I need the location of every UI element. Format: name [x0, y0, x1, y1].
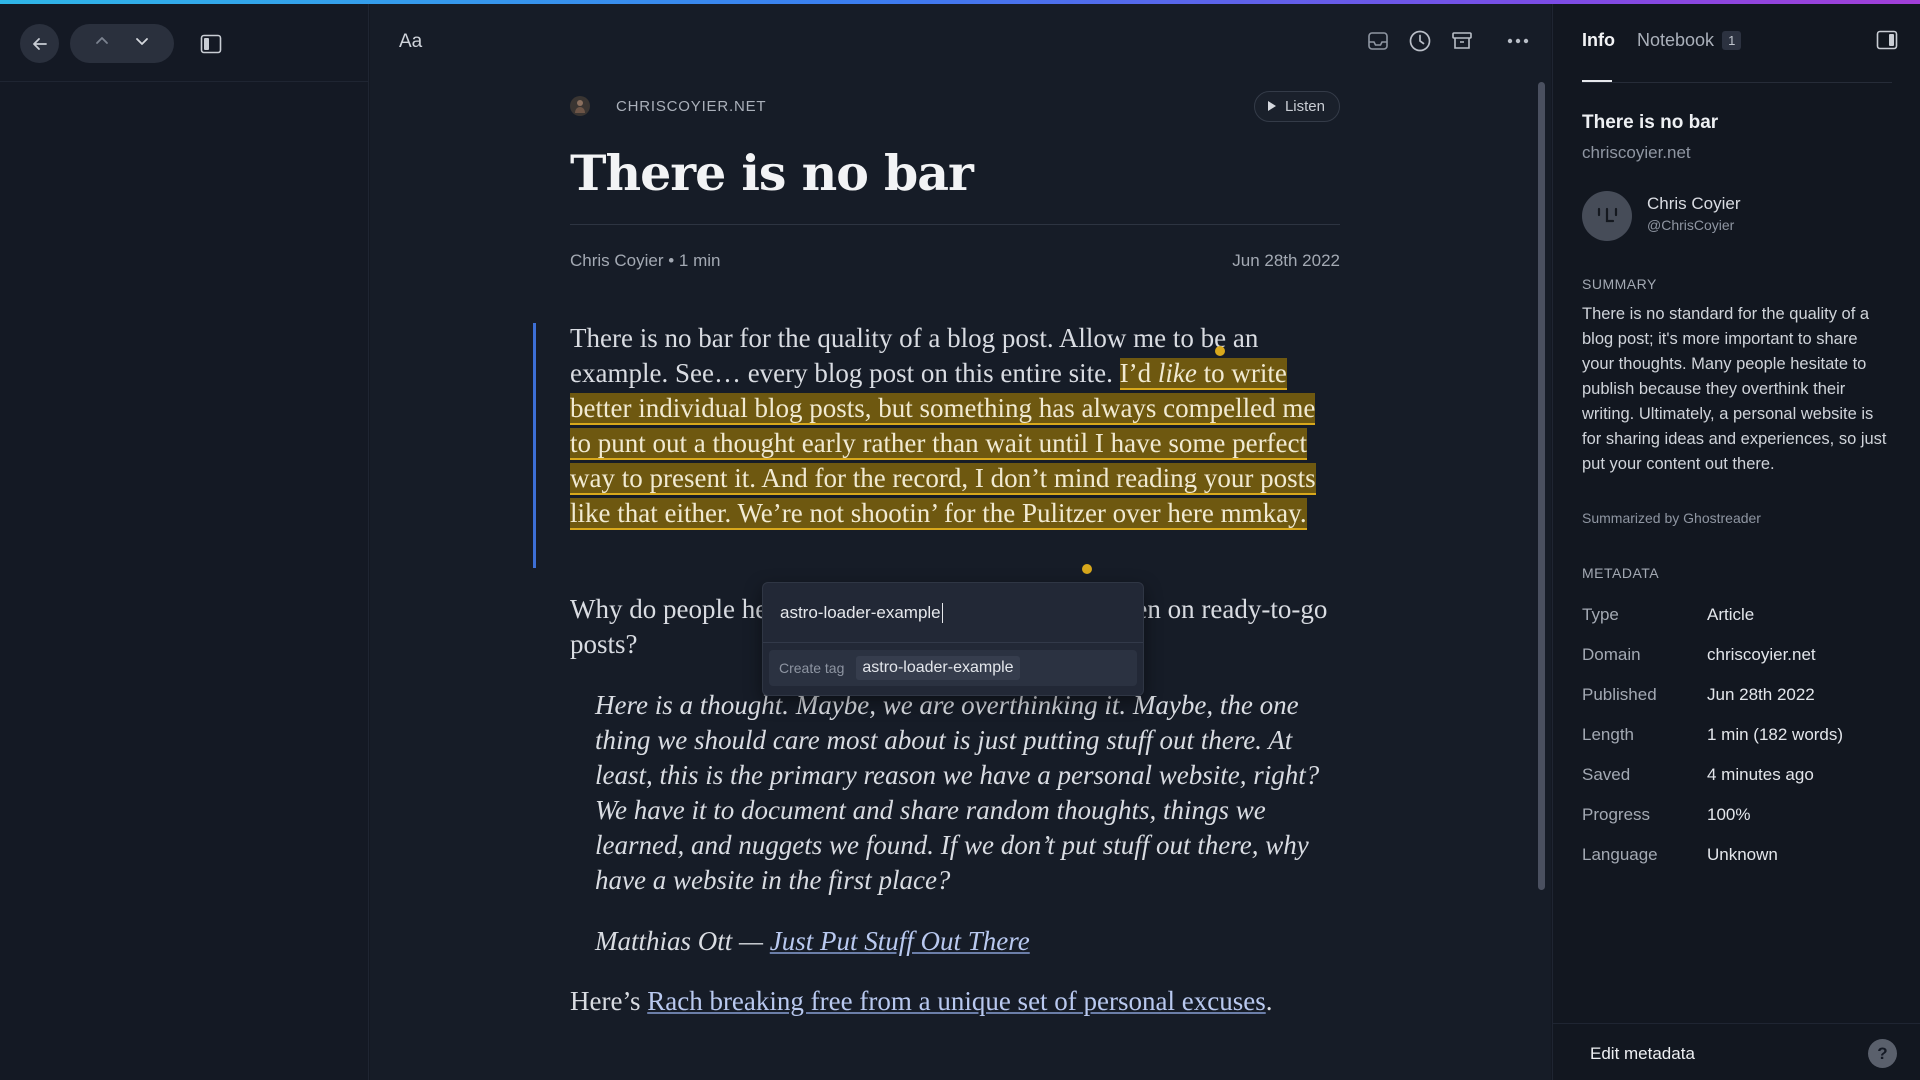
summary-heading: SUMMARY — [1582, 276, 1657, 292]
metadata-list: Type Article Domain chriscoyier.net Publis… — [1582, 595, 1902, 875]
metadata-key: Length — [1582, 725, 1634, 744]
metadata-value: Unknown — [1707, 845, 1778, 864]
paragraph-3: Here’s Rach breaking free from a unique … — [570, 984, 1340, 1019]
source-domain[interactable]: CHRISCOYIER.NET — [616, 98, 766, 115]
panel-doc-title: There is no bar — [1582, 112, 1719, 133]
metadata-value: Jun 28th 2022 — [1707, 685, 1815, 704]
sidebar-toggle-icon — [200, 34, 222, 54]
more-icon — [1507, 38, 1529, 44]
metadata-value: 100% — [1707, 805, 1751, 824]
metadata-value: 4 minutes ago — [1707, 765, 1814, 784]
paragraph-3-prefix: Here’s — [570, 986, 648, 1016]
panel-doc-domain[interactable]: chriscoyier.net — [1582, 143, 1691, 163]
inbox-button[interactable] — [1365, 28, 1391, 54]
title-divider — [570, 224, 1340, 225]
sidebar-toggle-button[interactable] — [200, 34, 222, 59]
edit-metadata-button[interactable]: Edit metadata — [1590, 1044, 1695, 1064]
tabs-divider — [1582, 82, 1892, 83]
highlight-emphasis: like — [1157, 358, 1197, 388]
metadata-key: Language — [1582, 845, 1658, 864]
highlight-margin-marker[interactable] — [533, 323, 536, 568]
play-icon — [1267, 101, 1276, 111]
left-sidebar-header — [0, 4, 368, 82]
notebook-count-badge: 1 — [1722, 31, 1742, 50]
metadata-value: Article — [1707, 605, 1755, 624]
blockquote: Here is a thought. Maybe, we are overthi… — [595, 690, 1320, 895]
panel-toggle-button[interactable] — [1876, 30, 1898, 55]
previous-doc-button[interactable] — [94, 33, 110, 54]
metadata-row: Domain chriscoyier.net — [1582, 635, 1902, 675]
back-arrow-icon — [32, 37, 47, 50]
tag-input-value: astro-loader-example — [780, 602, 941, 622]
metadata-key: Type — [1582, 605, 1619, 624]
panel-tabs: Info Notebook 1 — [1582, 30, 1742, 51]
metadata-key: Published — [1582, 685, 1657, 704]
reader-toolbar: Aa — [370, 4, 1551, 82]
metadata-value: 1 min (182 words) — [1707, 725, 1844, 744]
article-title: There is no bar — [570, 144, 974, 202]
doc-nav-group — [70, 24, 174, 63]
summarized-by: Summarized by Ghostreader — [1582, 510, 1761, 526]
listen-label: Listen — [1284, 97, 1325, 115]
tab-info[interactable]: Info — [1582, 30, 1615, 51]
more-button[interactable] — [1505, 28, 1531, 54]
inbox-icon — [1368, 32, 1388, 50]
tag-popover: astro-loader-example Create tag astro-lo… — [762, 582, 1144, 696]
highlight-start-handle[interactable] — [1215, 346, 1225, 356]
metadata-heading: METADATA — [1582, 565, 1660, 581]
article: CHRISCOYIER.NET Listen There is no bar C… — [533, 90, 1340, 1016]
archive-button[interactable] — [1449, 28, 1475, 54]
next-doc-button[interactable] — [134, 33, 150, 54]
later-button[interactable] — [1407, 28, 1433, 54]
publish-date: Jun 28th 2022 — [1232, 251, 1340, 270]
left-sidebar — [0, 4, 369, 1080]
reader-pane: Aa CHRISCOYIER.NET Listen There is no ba… — [370, 4, 1551, 1080]
panel-toggle-icon — [1876, 30, 1898, 50]
paragraph-3-link[interactable]: Rach breaking free from a unique set of … — [647, 986, 1266, 1016]
listen-button[interactable]: Listen — [1253, 90, 1340, 122]
info-panel: Info Notebook 1 There is no bar chriscoy… — [1552, 4, 1920, 1080]
attribution-link[interactable]: Just Put Stuff Out There — [770, 926, 1030, 956]
author-handle: @ChrisCoyier — [1647, 217, 1735, 233]
article-source-row: CHRISCOYIER.NET Listen — [570, 90, 1340, 122]
reader-actions — [1365, 28, 1531, 54]
text-caret — [941, 602, 943, 623]
font-settings-button[interactable]: Aa — [399, 31, 422, 53]
tab-notebook[interactable]: Notebook — [1637, 30, 1714, 51]
chevron-down-icon — [136, 38, 148, 45]
metadata-row: Saved 4 minutes ago — [1582, 755, 1902, 795]
metadata-key: Saved — [1582, 765, 1631, 784]
paragraph-3-suffix: . — [1265, 986, 1273, 1016]
metadata-row: Published Jun 28th 2022 — [1582, 675, 1902, 715]
create-tag-option[interactable]: Create tag astro-loader-example — [769, 650, 1137, 686]
attribution-prefix: Matthias Ott — — [595, 926, 770, 956]
metadata-row: Progress 100% — [1582, 795, 1902, 835]
byline: Chris Coyier • 1 min Jun 28th 2022 — [570, 251, 1340, 271]
highlight-end-handle[interactable] — [1082, 564, 1092, 574]
create-tag-label: Create tag — [779, 660, 845, 676]
metadata-row: Type Article — [1582, 595, 1902, 635]
help-button[interactable]: ? — [1868, 1039, 1897, 1068]
chevron-up-icon — [96, 37, 108, 44]
clock-icon — [1409, 30, 1431, 52]
author-readtime: Chris Coyier • 1 min — [570, 251, 721, 270]
summary-text: There is no standard for the quality of … — [1582, 305, 1887, 473]
author-name[interactable]: Chris Coyier — [1647, 194, 1741, 214]
blockquote-attribution: Matthias Ott — Just Put Stuff Out There — [595, 924, 1340, 959]
archive-icon — [1452, 32, 1472, 49]
panel-footer: Edit metadata ? — [1553, 1023, 1920, 1080]
reader-scrollbar[interactable] — [1538, 82, 1545, 890]
metadata-key: Domain — [1582, 645, 1641, 664]
metadata-row: Length 1 min (182 words) — [1582, 715, 1902, 755]
highlight-text-a: I’d — [1119, 358, 1158, 388]
create-tag-chip: astro-loader-example — [856, 656, 1020, 680]
metadata-value: chriscoyier.net — [1707, 645, 1816, 664]
source-favicon — [570, 96, 590, 116]
author-avatar — [1582, 191, 1632, 241]
metadata-row: Language Unknown — [1582, 835, 1902, 875]
tag-input[interactable]: astro-loader-example — [763, 583, 1143, 643]
back-button[interactable] — [20, 24, 59, 63]
metadata-key: Progress — [1582, 805, 1651, 824]
